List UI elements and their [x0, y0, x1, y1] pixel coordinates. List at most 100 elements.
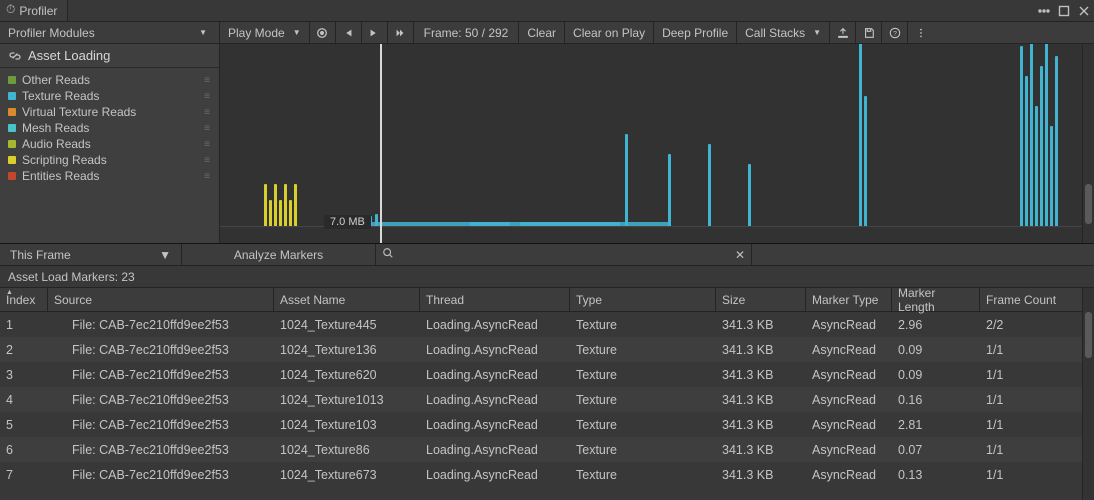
legend-item[interactable]: Virtual Texture Reads ≡	[0, 104, 219, 120]
legend-item[interactable]: Audio Reads ≡	[0, 136, 219, 152]
this-frame-dropdown[interactable]: This Frame ▼	[0, 244, 182, 265]
window-close-button[interactable]	[1074, 0, 1094, 21]
call-stacks-dropdown[interactable]: Call Stacks ▼	[737, 22, 830, 43]
legend-swatch	[8, 108, 16, 116]
legend-item[interactable]: Other Reads ≡	[0, 72, 219, 88]
chart-area[interactable]: 7.0 MB	[220, 44, 1094, 243]
legend-label: Virtual Texture Reads	[22, 105, 136, 119]
clock-icon: ⏱	[6, 2, 15, 17]
search-clear-button[interactable]: ✕	[735, 248, 745, 262]
search-field[interactable]: ✕	[376, 244, 752, 265]
sort-asc-icon: ▲	[6, 289, 13, 296]
main-toolbar: Profiler Modules ▼ Play Mode ▼ Frame: 50…	[0, 22, 1094, 44]
load-profile-button[interactable]	[830, 22, 856, 43]
search-input[interactable]	[400, 244, 729, 265]
profiler-modules-dropdown[interactable]: Profiler Modules ▼	[0, 22, 220, 43]
legend-swatch	[8, 172, 16, 180]
cell-thread: Loading.AsyncRead	[420, 443, 570, 457]
drag-handle-icon[interactable]: ≡	[204, 155, 211, 166]
drag-handle-icon[interactable]: ≡	[204, 139, 211, 150]
table-row[interactable]: 4 File: CAB-7ec210ffd9ee2f53 1024_Textur…	[0, 387, 1094, 412]
cell-marker-length: 0.07	[892, 443, 980, 457]
drag-handle-icon[interactable]: ≡	[204, 107, 211, 118]
cell-size: 341.3 KB	[716, 318, 806, 332]
chart-value-pill: 7.0 MB	[324, 215, 371, 229]
col-marker-type[interactable]: Marker Type	[806, 288, 892, 311]
legend-item[interactable]: Texture Reads ≡	[0, 88, 219, 104]
module-header[interactable]: Asset Loading	[0, 44, 219, 68]
drag-handle-icon[interactable]: ≡	[204, 123, 211, 134]
chart-scrollbar[interactable]	[1082, 44, 1094, 243]
frame-first-button[interactable]	[336, 22, 362, 43]
chart-scrub-line[interactable]	[380, 44, 382, 243]
col-index[interactable]: ▲Index	[0, 288, 48, 311]
chevron-down-icon: ▼	[813, 28, 821, 37]
play-mode-dropdown[interactable]: Play Mode ▼	[220, 22, 310, 43]
record-button[interactable]	[310, 22, 336, 43]
legend-swatch	[8, 124, 16, 132]
col-frame-count[interactable]: Frame Count	[980, 288, 1064, 311]
chart-bar	[279, 200, 282, 226]
col-thread[interactable]: Thread	[420, 288, 570, 311]
scrollbar-thumb[interactable]	[1085, 184, 1092, 224]
chart-bar	[264, 184, 267, 226]
cell-type: Texture	[570, 343, 716, 357]
clear-button[interactable]: Clear	[519, 22, 565, 43]
help-button[interactable]: ?	[882, 22, 908, 43]
table-row[interactable]: 7 File: CAB-7ec210ffd9ee2f53 1024_Textur…	[0, 462, 1094, 487]
frame-next-button[interactable]	[362, 22, 388, 43]
table-row[interactable]: 6 File: CAB-7ec210ffd9ee2f53 1024_Textur…	[0, 437, 1094, 462]
frame-last-button[interactable]	[388, 22, 414, 43]
analyze-markers-button[interactable]: Analyze Markers	[182, 244, 376, 265]
search-icon	[382, 247, 394, 262]
cell-type: Texture	[570, 468, 716, 482]
table-row[interactable]: 2 File: CAB-7ec210ffd9ee2f53 1024_Textur…	[0, 337, 1094, 362]
deep-profile-button[interactable]: Deep Profile	[654, 22, 737, 43]
chart-bar	[1035, 106, 1038, 226]
cell-marker-length: 2.96	[892, 318, 980, 332]
cell-type: Texture	[570, 393, 716, 407]
col-marker-length[interactable]: Marker Length	[892, 288, 980, 311]
legend-swatch	[8, 76, 16, 84]
cell-source: File: CAB-7ec210ffd9ee2f53	[48, 418, 274, 432]
drag-handle-icon[interactable]: ≡	[204, 75, 211, 86]
table-header: ▲Index Source Asset Name Thread Type Siz…	[0, 288, 1094, 312]
chart-bar	[284, 184, 287, 226]
cell-marker-length: 0.09	[892, 368, 980, 382]
cell-asset-name: 1024_Texture620	[274, 368, 420, 382]
drag-handle-icon[interactable]: ≡	[204, 91, 211, 102]
cell-source: File: CAB-7ec210ffd9ee2f53	[48, 468, 274, 482]
col-type[interactable]: Type	[570, 288, 716, 311]
cell-frame-count: 2/2	[980, 318, 1064, 332]
table-scrollbar[interactable]	[1082, 288, 1094, 500]
col-asset-name[interactable]: Asset Name	[274, 288, 420, 311]
cell-source: File: CAB-7ec210ffd9ee2f53	[48, 318, 274, 332]
col-size[interactable]: Size	[716, 288, 806, 311]
chart-panel: Asset Loading Other Reads ≡ Texture Read…	[0, 44, 1094, 244]
tab-profiler[interactable]: ⏱ Profiler	[0, 0, 68, 21]
cell-size: 341.3 KB	[716, 368, 806, 382]
col-source[interactable]: Source	[48, 288, 274, 311]
cell-index: 6	[0, 443, 48, 457]
cell-asset-name: 1024_Texture673	[274, 468, 420, 482]
window-maximize-button[interactable]	[1054, 0, 1074, 21]
save-profile-button[interactable]	[856, 22, 882, 43]
legend-item[interactable]: Scripting Reads ≡	[0, 152, 219, 168]
cell-frame-count: 1/1	[980, 443, 1064, 457]
window-menu-button[interactable]	[1034, 0, 1054, 21]
clear-on-play-button[interactable]: Clear on Play	[565, 22, 654, 43]
table-row[interactable]: 5 File: CAB-7ec210ffd9ee2f53 1024_Textur…	[0, 412, 1094, 437]
kebab-menu-button[interactable]	[908, 22, 934, 43]
table-row[interactable]: 1 File: CAB-7ec210ffd9ee2f53 1024_Textur…	[0, 312, 1094, 337]
cell-index: 2	[0, 343, 48, 357]
legend-item[interactable]: Entities Reads ≡	[0, 168, 219, 184]
chart-bar	[1040, 66, 1043, 226]
chart-bar	[1045, 44, 1048, 226]
drag-handle-icon[interactable]: ≡	[204, 171, 211, 182]
scrollbar-thumb[interactable]	[1085, 312, 1092, 358]
table-row[interactable]: 3 File: CAB-7ec210ffd9ee2f53 1024_Textur…	[0, 362, 1094, 387]
legend-item[interactable]: Mesh Reads ≡	[0, 120, 219, 136]
module-header-label: Asset Loading	[28, 48, 110, 63]
legend-label: Audio Reads	[22, 137, 91, 151]
cell-index: 1	[0, 318, 48, 332]
